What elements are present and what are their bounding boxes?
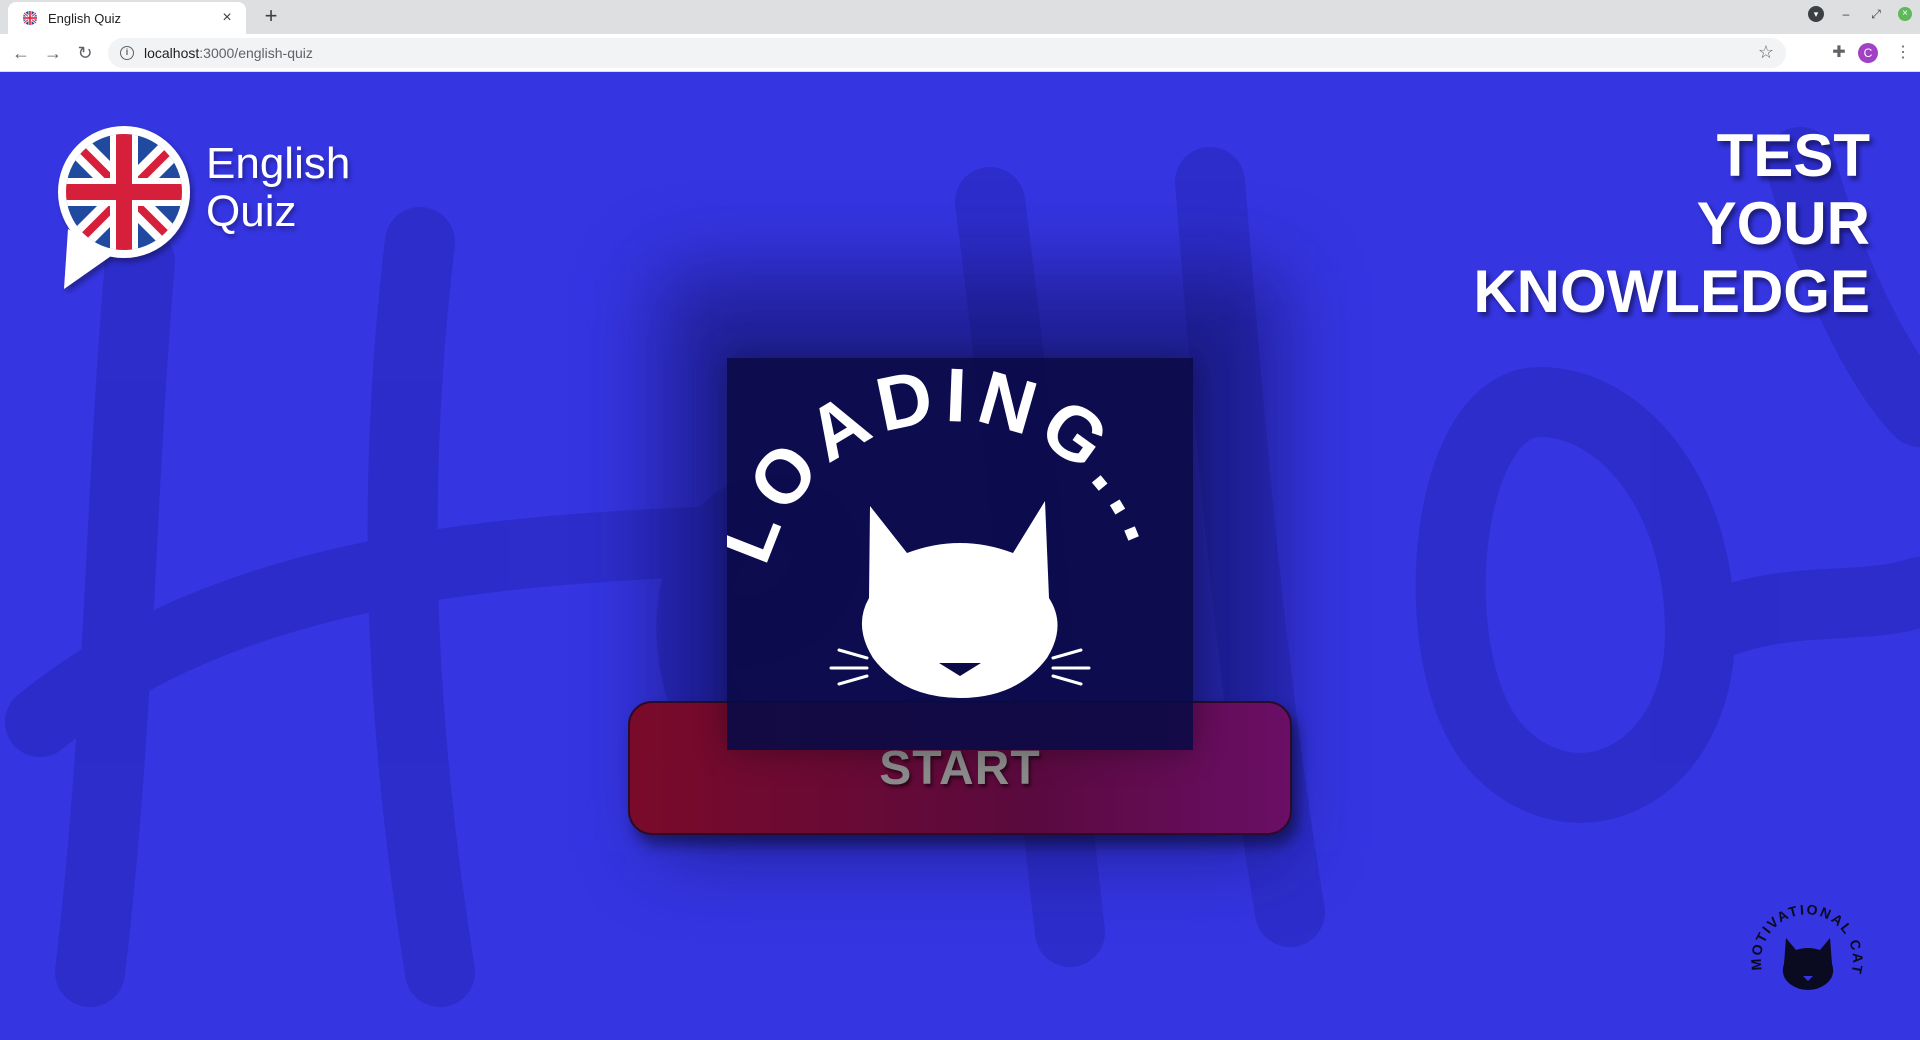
tab-close-icon[interactable]: ×	[218, 9, 236, 27]
tagline-line3: KNOWLEDGE	[1473, 258, 1870, 325]
new-tab-button[interactable]: +	[258, 4, 284, 30]
loading-overlay: LOADING...	[727, 358, 1193, 750]
site-info-icon[interactable]: i	[120, 46, 134, 60]
browser-tabstrip: English Quiz × + ▾ – ⤢ ×	[0, 0, 1920, 34]
tab-search-icon[interactable]: ▾	[1808, 6, 1824, 22]
brand-name: English Quiz	[206, 140, 350, 236]
uk-flag-speech-bubble-icon	[58, 126, 190, 289]
loading-text: LOADING...	[727, 358, 1193, 574]
address-bar[interactable]: i localhost:3000/english-quiz ☆	[108, 38, 1786, 68]
url-host: localhost	[144, 45, 200, 61]
browser-menu-icon[interactable]: ⋮	[1892, 42, 1914, 64]
bookmark-star-icon[interactable]: ☆	[1758, 42, 1774, 63]
brand-name-line1: English	[206, 139, 351, 188]
quiz-page: English Quiz TEST YOUR KNOWLEDGE START L…	[0, 72, 1920, 1040]
profile-avatar[interactable]: C	[1858, 43, 1878, 63]
forward-arrow-icon[interactable]: →	[40, 40, 66, 66]
close-window-icon[interactable]: ×	[1898, 7, 1912, 21]
cat-head-icon	[829, 501, 1091, 698]
motivational-cat-badge[interactable]: MOTIVATIONAL CAT	[1748, 892, 1868, 1012]
tab-title: English Quiz	[48, 10, 121, 26]
browser-toolbar: ← → ↻ i localhost:3000/english-quiz ☆ ✚ …	[0, 34, 1920, 72]
back-arrow-icon[interactable]: ←	[8, 40, 34, 66]
url-path: :3000/english-quiz	[199, 45, 313, 61]
tagline-line2: YOUR	[1696, 190, 1870, 257]
extensions-puzzle-icon[interactable]: ✚	[1828, 42, 1850, 64]
tagline: TEST YOUR KNOWLEDGE	[1473, 122, 1870, 326]
reload-icon[interactable]: ↻	[72, 40, 98, 66]
badge-cat-icon	[1782, 938, 1834, 990]
browser-tab[interactable]: English Quiz ×	[8, 2, 246, 34]
uk-flag-favicon-icon	[23, 11, 37, 25]
brand-name-line2: Quiz	[206, 187, 297, 236]
window-controls: ▾ – ⤢ ×	[1808, 6, 1912, 22]
loading-cat-graphic: LOADING...	[727, 358, 1193, 698]
restore-icon[interactable]: ⤢	[1868, 6, 1884, 22]
brand-logo[interactable]: English Quiz	[56, 124, 350, 294]
tagline-line1: TEST	[1716, 122, 1870, 189]
minimize-icon[interactable]: –	[1838, 6, 1854, 22]
